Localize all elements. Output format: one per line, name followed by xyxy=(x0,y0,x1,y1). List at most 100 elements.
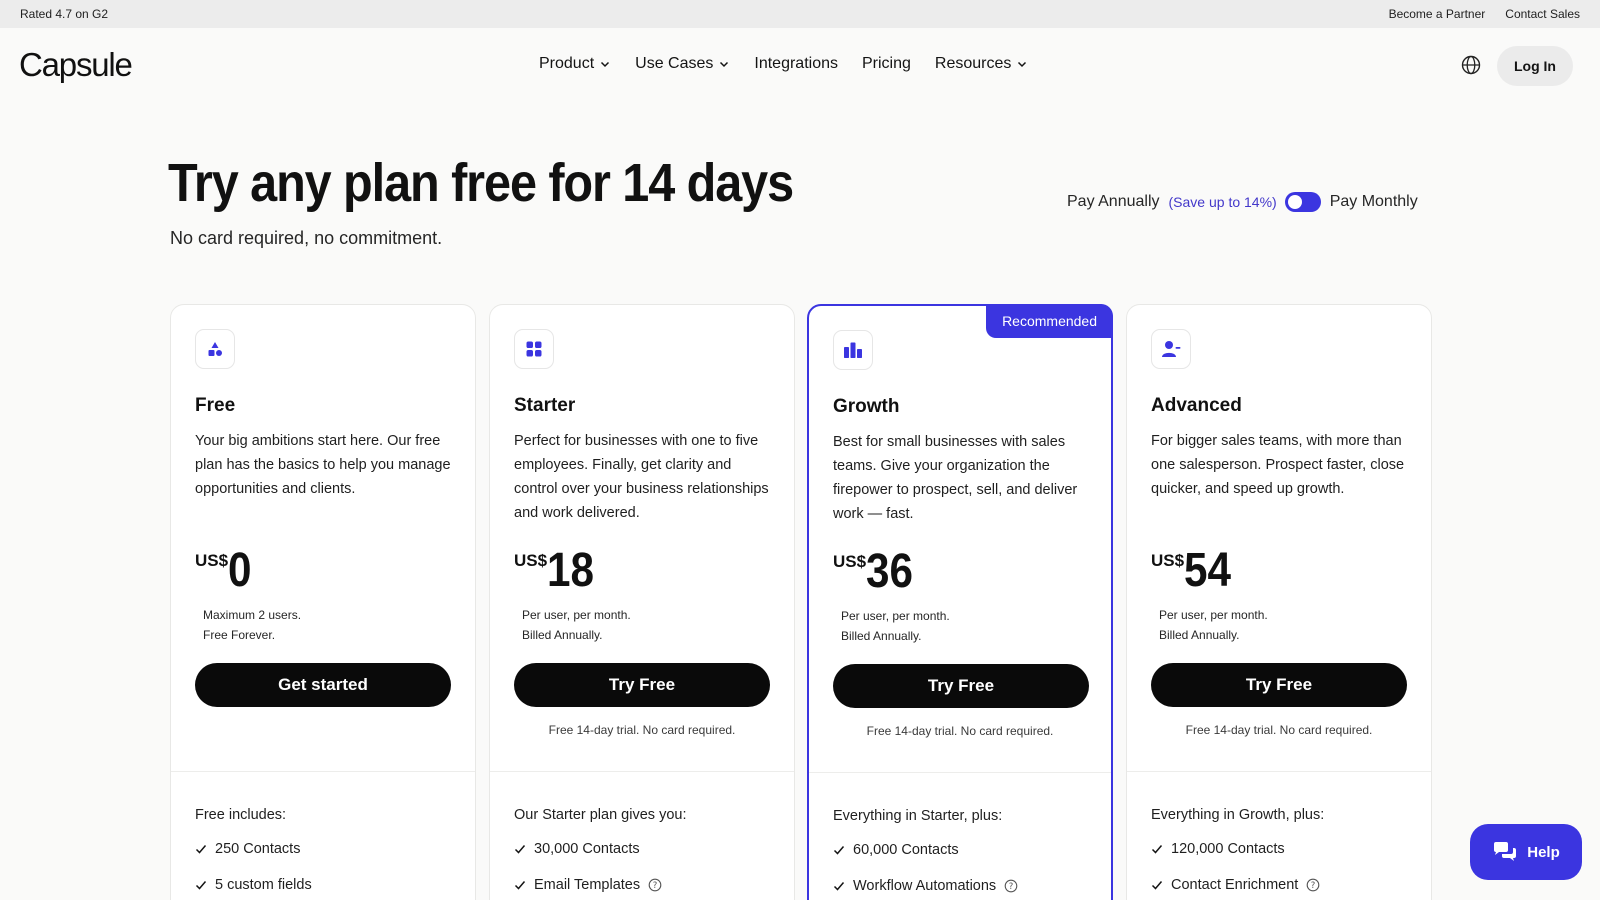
chevron-down-icon xyxy=(601,61,610,68)
nav-item-label: Pricing xyxy=(862,55,911,72)
price-currency: US$ xyxy=(195,551,229,570)
price-note-line: Per user, per month. xyxy=(522,608,631,622)
pay-annually-label[interactable]: Pay Annually xyxy=(1067,193,1160,211)
top-utility-bar: Rated 4.7 on G2 Become a Partner Contact… xyxy=(0,0,1600,28)
plan-name: Growth xyxy=(833,396,900,417)
feature-label: Contact Enrichment xyxy=(1171,877,1299,893)
billing-toggle-switch[interactable] xyxy=(1284,192,1321,212)
get-started-button[interactable]: Get started xyxy=(195,663,451,707)
feature-item: Workflow Automations ? xyxy=(833,878,1018,894)
plan-card-advanced: Advanced For bigger sales teams, with mo… xyxy=(1126,304,1432,900)
svg-text:?: ? xyxy=(1009,882,1014,892)
price-note-line: Per user, per month. xyxy=(1159,608,1268,622)
price-note: Maximum 2 users. Free Forever. xyxy=(203,605,301,645)
includes-title: Free includes: xyxy=(195,807,287,823)
toggle-knob xyxy=(1287,195,1302,209)
price-note-line: Billed Annually. xyxy=(1159,628,1240,642)
price-note-line: Maximum 2 users. xyxy=(203,608,302,622)
trial-note: Free 14-day trial. No card required. xyxy=(1185,723,1373,737)
check-icon xyxy=(195,845,207,854)
grid-icon xyxy=(526,341,542,357)
feature-item: Email Templates ? xyxy=(514,877,662,893)
feature-item: Contact Enrichment ? xyxy=(1151,877,1320,893)
nav-item-label: Use Cases xyxy=(635,55,714,72)
divider xyxy=(490,771,794,772)
contact-sales-link[interactable]: Contact Sales xyxy=(1505,7,1580,21)
nav-item-product[interactable]: Product xyxy=(539,55,611,73)
price-note: Per user, per month. Billed Annually. xyxy=(1159,605,1268,645)
capsule-logo[interactable]: Capsule xyxy=(19,46,133,84)
become-partner-link[interactable]: Become a Partner xyxy=(1389,7,1486,21)
check-icon xyxy=(833,846,845,855)
feature-item: 30,000 Contacts xyxy=(514,841,640,857)
bar-chart-icon xyxy=(844,342,862,358)
plan-card-growth: Recommended Growth Best for small busine… xyxy=(807,304,1113,900)
feature-item: 5 custom fields xyxy=(195,877,312,893)
feature-item: 250 Contacts xyxy=(195,841,300,857)
g2-rating[interactable]: Rated 4.7 on G2 xyxy=(20,7,108,21)
feature-label: Workflow Automations xyxy=(853,878,997,894)
price-amount: 36 xyxy=(866,545,914,598)
page-subtitle: No card required, no commitment. xyxy=(170,228,443,248)
help-chat-button[interactable]: Help xyxy=(1470,824,1582,880)
feature-label: 60,000 Contacts xyxy=(853,842,959,858)
try-free-button[interactable]: Try Free xyxy=(833,664,1089,708)
feature-item: 60,000 Contacts xyxy=(833,842,959,858)
price-currency: US$ xyxy=(833,552,867,571)
price-amount: 54 xyxy=(1184,544,1232,597)
save-note: (Save up to 14%) xyxy=(1168,194,1277,210)
chat-bubbles-icon xyxy=(1494,842,1517,861)
globe-icon[interactable] xyxy=(1460,54,1482,76)
info-icon[interactable]: ? xyxy=(1306,878,1320,892)
nav-item-integrations[interactable]: Integrations xyxy=(754,55,838,73)
feature-item: 120,000 Contacts xyxy=(1151,841,1285,857)
info-icon[interactable]: ? xyxy=(1004,879,1018,893)
check-icon xyxy=(514,845,526,854)
page-title: Try any plan free for 14 days xyxy=(168,153,794,213)
trial-note: Free 14-day trial. No card required. xyxy=(866,724,1054,738)
top-links: Become a Partner Contact Sales xyxy=(1389,7,1580,21)
plan-icon-box xyxy=(833,330,873,370)
check-icon xyxy=(514,881,526,890)
trial-note: Free 14-day trial. No card required. xyxy=(548,723,736,737)
price-amount: 18 xyxy=(547,544,595,597)
feature-label: 120,000 Contacts xyxy=(1171,841,1285,857)
nav-item-label: Product xyxy=(539,55,595,72)
main-nav: Capsule Product Use Cases Integrations P… xyxy=(0,28,1600,104)
nav-item-pricing[interactable]: Pricing xyxy=(862,55,911,73)
price-amount: 0 xyxy=(228,544,252,597)
feature-label: 250 Contacts xyxy=(215,841,301,857)
pay-monthly-label[interactable]: Pay Monthly xyxy=(1330,193,1418,211)
info-icon[interactable]: ? xyxy=(648,878,662,892)
check-icon xyxy=(833,882,845,891)
plan-name: Starter xyxy=(514,395,576,416)
includes-title: Our Starter plan gives you: xyxy=(514,807,687,823)
plan-name: Advanced xyxy=(1151,395,1242,416)
log-in-button[interactable]: Log In xyxy=(1497,46,1573,86)
price-note-line: Billed Annually. xyxy=(841,629,922,643)
feature-label: 30,000 Contacts xyxy=(534,841,640,857)
divider xyxy=(171,771,475,772)
price-note: Per user, per month. Billed Annually. xyxy=(522,605,631,645)
plan-description: Best for small businesses with sales tea… xyxy=(833,434,1078,522)
plan-price: US$ 18 xyxy=(514,545,600,597)
price-currency: US$ xyxy=(1151,551,1185,570)
chevron-down-icon xyxy=(720,61,729,68)
divider xyxy=(809,772,1111,773)
check-icon xyxy=(1151,845,1163,854)
chevron-down-icon xyxy=(1018,61,1027,68)
feature-label: Email Templates xyxy=(534,877,641,893)
try-free-button[interactable]: Try Free xyxy=(1151,663,1407,707)
nav-item-resources[interactable]: Resources xyxy=(935,55,1028,73)
try-free-button[interactable]: Try Free xyxy=(514,663,770,707)
plan-card-free: Free Your big ambitions start here. Our … xyxy=(170,304,476,900)
plan-description: For bigger sales teams, with more than o… xyxy=(1151,433,1405,497)
nav-item-use-cases[interactable]: Use Cases xyxy=(635,55,730,73)
plan-description: Your big ambitions start here. Our free … xyxy=(195,433,451,497)
help-label: Help xyxy=(1527,843,1560,861)
check-icon xyxy=(195,881,207,890)
plan-price: US$ 0 xyxy=(195,545,255,597)
plan-icon-box xyxy=(514,329,554,369)
price-note-line: Billed Annually. xyxy=(522,628,603,642)
user-icon xyxy=(1162,341,1181,357)
